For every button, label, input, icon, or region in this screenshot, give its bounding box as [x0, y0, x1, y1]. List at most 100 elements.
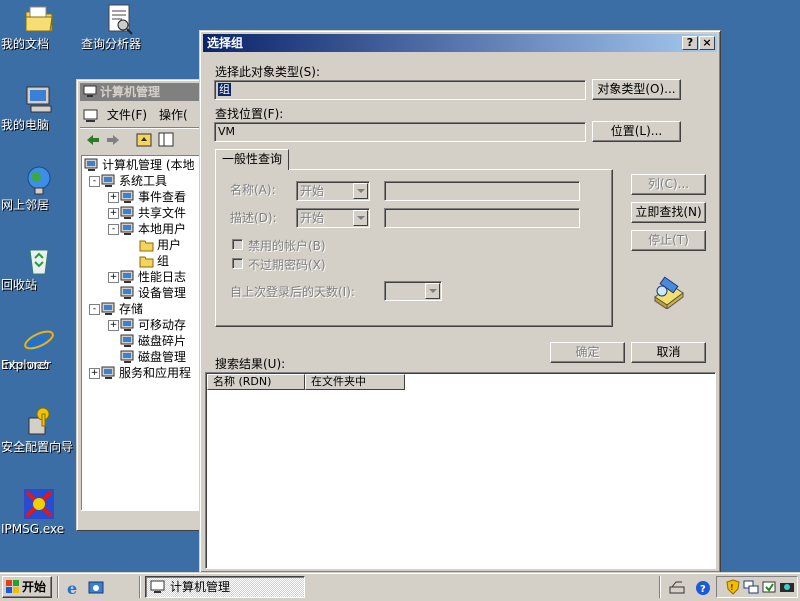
columns-button[interactable]: 列(C)... — [631, 174, 706, 195]
taskbar-separator — [57, 576, 59, 598]
tree-item[interactable]: - 存储 — [82, 301, 199, 317]
tree-item-label: 本地用户 — [138, 222, 187, 236]
media-tray-icon[interactable] — [779, 579, 795, 595]
help-tray-icon[interactable]: ? — [694, 579, 712, 597]
ipmsg-icon — [23, 488, 55, 520]
taskbar-item-label: 计算机管理 — [170, 580, 231, 594]
description-operator-select[interactable]: 开始 — [296, 208, 370, 228]
tab-general-query[interactable]: 一般性查询 — [215, 149, 289, 170]
internet-explorer-icon: e — [23, 322, 55, 360]
desktop-icon-label: 我的文档 — [1, 37, 50, 51]
search-results-list[interactable]: 名称 (RDN) 在文件夹中 — [205, 372, 716, 569]
tree-item[interactable]: + 可移动存 — [82, 317, 199, 333]
collapse-icon[interactable]: - — [89, 176, 100, 187]
expand-icon[interactable]: + — [108, 272, 119, 283]
quicklaunch-ie-icon[interactable]: e — [65, 579, 83, 597]
snapin-icon — [120, 270, 134, 283]
snapin-icon — [101, 366, 115, 379]
expand-icon[interactable]: + — [108, 320, 119, 331]
close-button[interactable]: × — [699, 36, 715, 50]
desktop-icon-security-wizard[interactable]: 安全配置向导 — [1, 406, 77, 454]
tree-item-label: 可移动存 — [138, 318, 187, 332]
tree-item[interactable]: + 共享文件 — [82, 205, 199, 221]
tree-item[interactable]: 用户 — [82, 237, 199, 253]
collapse-icon[interactable]: - — [108, 224, 119, 235]
tree-item[interactable]: + 性能日志 — [82, 269, 199, 285]
computer-management-icon — [83, 85, 97, 97]
snapin-icon — [84, 158, 98, 171]
security-shield-icon[interactable]: ! — [725, 579, 741, 595]
dialog-titlebar[interactable]: 选择组 ? × — [203, 34, 717, 52]
tree-item-label: 系统工具 — [119, 174, 168, 188]
desktop-icon-ipmsg[interactable]: IPMSG.exe — [1, 488, 77, 536]
tree-item[interactable]: 设备管理 — [82, 285, 199, 301]
back-arrow-icon[interactable] — [84, 131, 102, 149]
start-button[interactable]: 开始 — [2, 576, 52, 598]
desktop-icon-query-analyzer[interactable]: 查询分析器 — [81, 3, 157, 51]
computer-management-tree[interactable]: 计算机管理 (本地 - 系统工具 + 事件查看 + 共享文件 - 本地用户 用户组 + 性能日志设备管… — [81, 155, 199, 511]
find-now-button[interactable]: 立即查找(N) — [631, 202, 706, 223]
taskbar-item-computer-management[interactable]: 计算机管理 — [145, 576, 305, 598]
tree-item[interactable]: - 本地用户 — [82, 221, 199, 237]
desktop-icon-recycle-bin[interactable]: 回收站 — [1, 244, 77, 292]
tree-item[interactable]: 组 — [82, 253, 199, 269]
query-analyzer-icon — [103, 3, 135, 35]
computer-management-menubar: 文件(F) 操作( — [80, 104, 199, 124]
tree-item-label: 性能日志 — [138, 270, 187, 284]
desktop-icon-network[interactable]: 网上邻居 — [1, 164, 77, 212]
network-connection-icon[interactable] — [668, 579, 686, 597]
show-hide-tree-icon[interactable] — [157, 131, 175, 149]
tree-item[interactable]: + 事件查看 — [82, 189, 199, 205]
name-operator-select[interactable]: 开始 — [296, 181, 370, 201]
non-expiring-password-checkbox[interactable] — [232, 258, 243, 269]
computer-management-titlebar[interactable]: 计算机管理 — [80, 83, 199, 101]
forward-arrow-icon[interactable] — [104, 131, 122, 149]
stop-button[interactable]: 停止(T) — [631, 230, 706, 251]
collapse-icon[interactable]: - — [89, 304, 100, 315]
tree-item-label: 设备管理 — [138, 286, 187, 300]
network-tray-icon[interactable] — [743, 579, 759, 595]
expand-icon[interactable]: + — [89, 368, 100, 379]
tree-item-label: 组 — [157, 254, 170, 268]
update-tray-icon[interactable] — [761, 579, 777, 595]
menu-file[interactable]: 文件(F) — [103, 104, 151, 124]
column-header-name[interactable]: 名称 (RDN) — [207, 374, 305, 390]
my-computer-icon — [23, 84, 55, 116]
disabled-accounts-label: 禁用的帐户(B) — [248, 239, 326, 253]
quicklaunch-show-desktop-icon[interactable] — [87, 579, 105, 597]
tree-item[interactable]: + 服务和应用程 — [82, 365, 199, 381]
tree-horizontal-scrollbar[interactable] — [81, 510, 199, 527]
disabled-accounts-checkbox[interactable] — [232, 239, 243, 250]
folder-icon — [139, 256, 154, 268]
days-since-logon-select[interactable] — [384, 281, 442, 301]
security-wizard-icon — [23, 406, 55, 438]
computer-management-window[interactable]: 计算机管理 文件(F) 操作( 计算机管理 (本地 - 系统工具 + 事件查看 + 共享文件… — [76, 79, 200, 531]
desktop-icon-my-computer[interactable]: 我的电脑 — [1, 84, 77, 132]
dialog-title: 选择组 — [207, 36, 244, 50]
cancel-button[interactable]: 取消 — [631, 342, 706, 363]
desktop-icon-internet-explorer[interactable]: e Internet Explorer — [1, 322, 77, 372]
tree-item-label: 磁盘碎片 — [138, 334, 187, 348]
start-label: 开始 — [22, 580, 47, 594]
system-tray: ! — [716, 576, 798, 598]
column-header-folder[interactable]: 在文件夹中 — [305, 374, 405, 390]
expand-icon[interactable]: + — [108, 208, 119, 219]
tree-item[interactable]: 计算机管理 (本地 — [82, 157, 199, 173]
object-types-button[interactable]: 对象类型(O)... — [592, 79, 681, 100]
up-folder-icon[interactable] — [135, 131, 153, 149]
locations-button[interactable]: 位置(L)... — [592, 121, 681, 142]
description-text-field[interactable] — [384, 208, 580, 228]
menu-action[interactable]: 操作( — [155, 104, 192, 124]
recycle-bin-icon — [23, 244, 55, 276]
search-flashlight-icon — [654, 276, 684, 309]
tree-item[interactable]: - 系统工具 — [82, 173, 199, 189]
svg-text:e: e — [27, 324, 47, 356]
name-text-field[interactable] — [384, 181, 580, 201]
tree-item[interactable]: 磁盘碎片 — [82, 333, 199, 349]
tree-item[interactable]: 磁盘管理 — [82, 349, 199, 365]
ok-button[interactable]: 确定 — [550, 342, 625, 363]
help-button[interactable]: ? — [682, 36, 698, 50]
object-type-field: 组 — [214, 80, 586, 100]
desktop-icon-my-documents[interactable]: 我的文档 — [1, 3, 77, 51]
expand-icon[interactable]: + — [108, 192, 119, 203]
